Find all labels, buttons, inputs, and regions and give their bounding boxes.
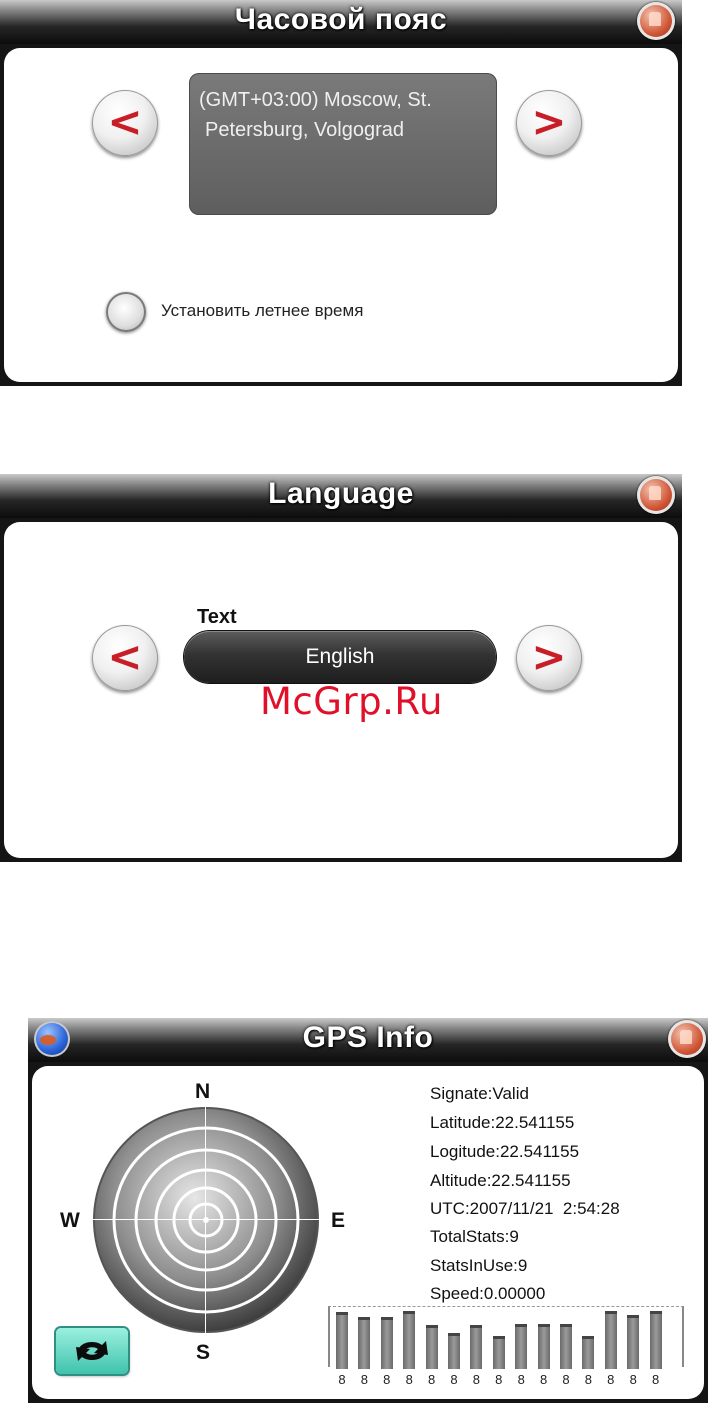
satellite-bar	[380, 1317, 393, 1369]
satellite-label: 8	[607, 1372, 615, 1387]
gps-title-bar: GPS Info	[28, 1018, 708, 1062]
timezone-value-box: (GMT+03:00) Moscow, St. Petersburg, Volg…	[189, 73, 497, 215]
gps-title: GPS Info	[302, 1021, 434, 1054]
language-title-bar: Language	[0, 474, 682, 518]
language-title: Language	[268, 477, 414, 510]
compass-north: N	[195, 1080, 211, 1103]
compass-crosshair-vertical	[205, 1096, 206, 1346]
home-icon[interactable]	[637, 476, 675, 514]
satellite-bar	[425, 1325, 438, 1369]
satellite-bar	[403, 1311, 416, 1369]
timezone-title: Часовой пояс	[234, 3, 448, 36]
satellite-bar	[358, 1317, 371, 1369]
satellite-bar	[537, 1324, 550, 1369]
timezone-line-1: (GMT+03:00) Moscow, St.	[199, 89, 432, 111]
timezone-next-button[interactable]: >	[516, 90, 582, 156]
language-field-label: Text	[197, 606, 237, 628]
satellite-label: 8	[405, 1372, 413, 1387]
gps-utc-time: UTC:2007/11/21 2:54:28	[430, 1199, 620, 1218]
satellite-label: 8	[338, 1372, 346, 1387]
gps-total-satellites: TotalStats:9	[430, 1227, 519, 1246]
gps-longitude: Logitude:22.541155	[430, 1142, 580, 1161]
dst-radio-button[interactable]	[106, 292, 146, 332]
satellite-bar	[627, 1315, 640, 1369]
language-prev-button[interactable]: <	[92, 625, 158, 691]
dst-label[interactable]: Установить летнее время	[161, 301, 363, 321]
satellite-label: 8	[517, 1372, 525, 1387]
timezone-screen: Часовой пояс < (GMT+03:00) Moscow, St. P…	[0, 0, 682, 386]
home-icon[interactable]	[668, 1020, 706, 1058]
satellite-label: 8	[427, 1372, 436, 1387]
timezone-title-bar: Часовой пояс	[0, 0, 682, 44]
satellite-bar	[560, 1324, 572, 1369]
satellite-label: 8	[450, 1372, 458, 1387]
satellite-bar	[336, 1312, 348, 1369]
satellite-label: 8	[472, 1372, 480, 1387]
language-next-button[interactable]: >	[516, 625, 582, 691]
gps-signal-status: Signate:Valid	[430, 1084, 529, 1103]
satellite-label: 8	[629, 1372, 637, 1387]
compass-crosshair-horizontal	[70, 1219, 336, 1220]
satellite-label: 8	[539, 1372, 548, 1387]
satellite-bar	[515, 1324, 528, 1369]
language-value[interactable]: English	[184, 631, 496, 683]
gps-speed: Speed:0.00000	[430, 1284, 546, 1303]
watermark: McGrp.Ru	[260, 680, 443, 723]
compass-west: W	[60, 1209, 80, 1232]
satellite-label: 8	[360, 1372, 368, 1387]
refresh-button[interactable]	[56, 1328, 128, 1374]
home-icon[interactable]	[637, 2, 675, 40]
satellite-label: 8	[495, 1372, 503, 1387]
compass-radar	[93, 1107, 319, 1333]
timezone-content: < (GMT+03:00) Moscow, St. Petersburg, Vo…	[4, 48, 678, 382]
compass-south: S	[196, 1341, 211, 1364]
satellite-label: 8	[651, 1372, 660, 1387]
language-screen: Language Text < English >	[0, 474, 682, 862]
gps-altitude: Altitude:22.541155	[430, 1171, 571, 1190]
satellite-bar	[604, 1311, 617, 1369]
gps-latitude: Latitude:22.541155	[430, 1113, 575, 1132]
refresh-icon	[76, 1341, 108, 1361]
satellite-bar	[649, 1311, 662, 1369]
timezone-line-2: Petersburg, Volgograd	[205, 119, 405, 141]
satellite-bar	[492, 1336, 505, 1369]
satellite-bar	[582, 1336, 595, 1369]
satellite-label: 8	[562, 1372, 570, 1387]
compass-east: E	[331, 1209, 346, 1232]
satellite-bar	[448, 1333, 460, 1369]
timezone-prev-button[interactable]: <	[92, 90, 158, 156]
gps-satellites-in-use: StatsInUse:9	[430, 1256, 528, 1275]
satellite-bar	[470, 1325, 483, 1369]
satellite-label: 8	[383, 1372, 391, 1387]
satellite-label: 8	[584, 1372, 592, 1387]
